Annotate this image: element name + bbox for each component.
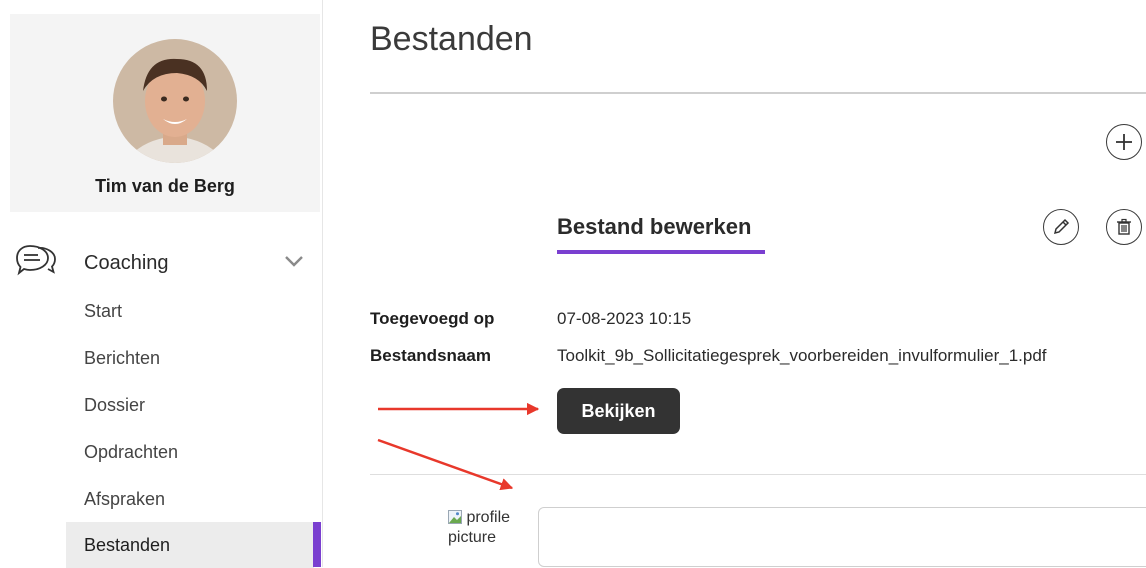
avatar-photo	[113, 39, 237, 163]
page-title: Bestanden	[370, 20, 533, 58]
profile-card: Tim van de Berg	[10, 14, 320, 212]
filename-label: Bestandsnaam	[370, 346, 491, 365]
delete-button[interactable]	[1106, 209, 1142, 245]
nav-section-label: Coaching	[84, 252, 169, 274]
chat-bubbles-icon	[16, 245, 56, 276]
section-heading-underline	[557, 250, 765, 254]
chevron-down-icon[interactable]	[284, 254, 304, 268]
sidebar-item-dossier[interactable]: Dossier	[66, 382, 314, 428]
sidebar-item-label: Afspraken	[84, 489, 166, 509]
sidebar: Tim van de Berg Coaching Start Berichten…	[0, 0, 323, 568]
added-on-label: Toegevoegd op	[370, 309, 495, 328]
sidebar-item-opdrachten[interactable]: Opdrachten	[66, 429, 314, 475]
active-indicator	[313, 522, 321, 567]
sidebar-item-start[interactable]: Start	[66, 288, 314, 334]
add-file-button[interactable]	[1106, 124, 1142, 160]
title-divider	[370, 92, 1146, 94]
plus-icon	[1116, 134, 1132, 150]
sidebar-item-afspraken[interactable]: Afspraken	[66, 476, 314, 522]
sidebar-item-label: Dossier	[84, 395, 146, 415]
user-name: Tim van de Berg	[95, 176, 235, 196]
edit-button[interactable]	[1043, 209, 1079, 245]
pencil-icon	[1053, 218, 1070, 235]
nav-section-coaching[interactable]: Coaching	[0, 240, 322, 286]
added-on-value: 07-08-2023 10:15	[557, 309, 692, 328]
sidebar-item-label: Start	[84, 301, 123, 321]
arrow-to-profile-picture	[377, 438, 514, 491]
filename-value: Toolkit_9b_Sollicitatiegesprek_voorberei…	[557, 346, 1047, 365]
sidebar-item-berichten[interactable]: Berichten	[66, 335, 314, 381]
sidebar-item-label: Berichten	[84, 348, 161, 368]
avatar[interactable]	[113, 39, 237, 163]
broken-image-icon	[448, 510, 462, 524]
view-file-button[interactable]: Bekijken	[557, 388, 680, 434]
sidebar-item-label: Bestanden	[84, 535, 171, 555]
section-heading: Bestand bewerken	[557, 214, 752, 239]
profile-picture-placeholder: profile picture	[448, 508, 540, 560]
sidebar-item-label: Opdrachten	[84, 442, 179, 462]
trash-icon	[1117, 218, 1131, 235]
sidebar-item-bestanden[interactable]: Bestanden	[66, 522, 314, 568]
comment-divider	[370, 474, 1146, 475]
comment-input[interactable]	[538, 507, 1146, 567]
